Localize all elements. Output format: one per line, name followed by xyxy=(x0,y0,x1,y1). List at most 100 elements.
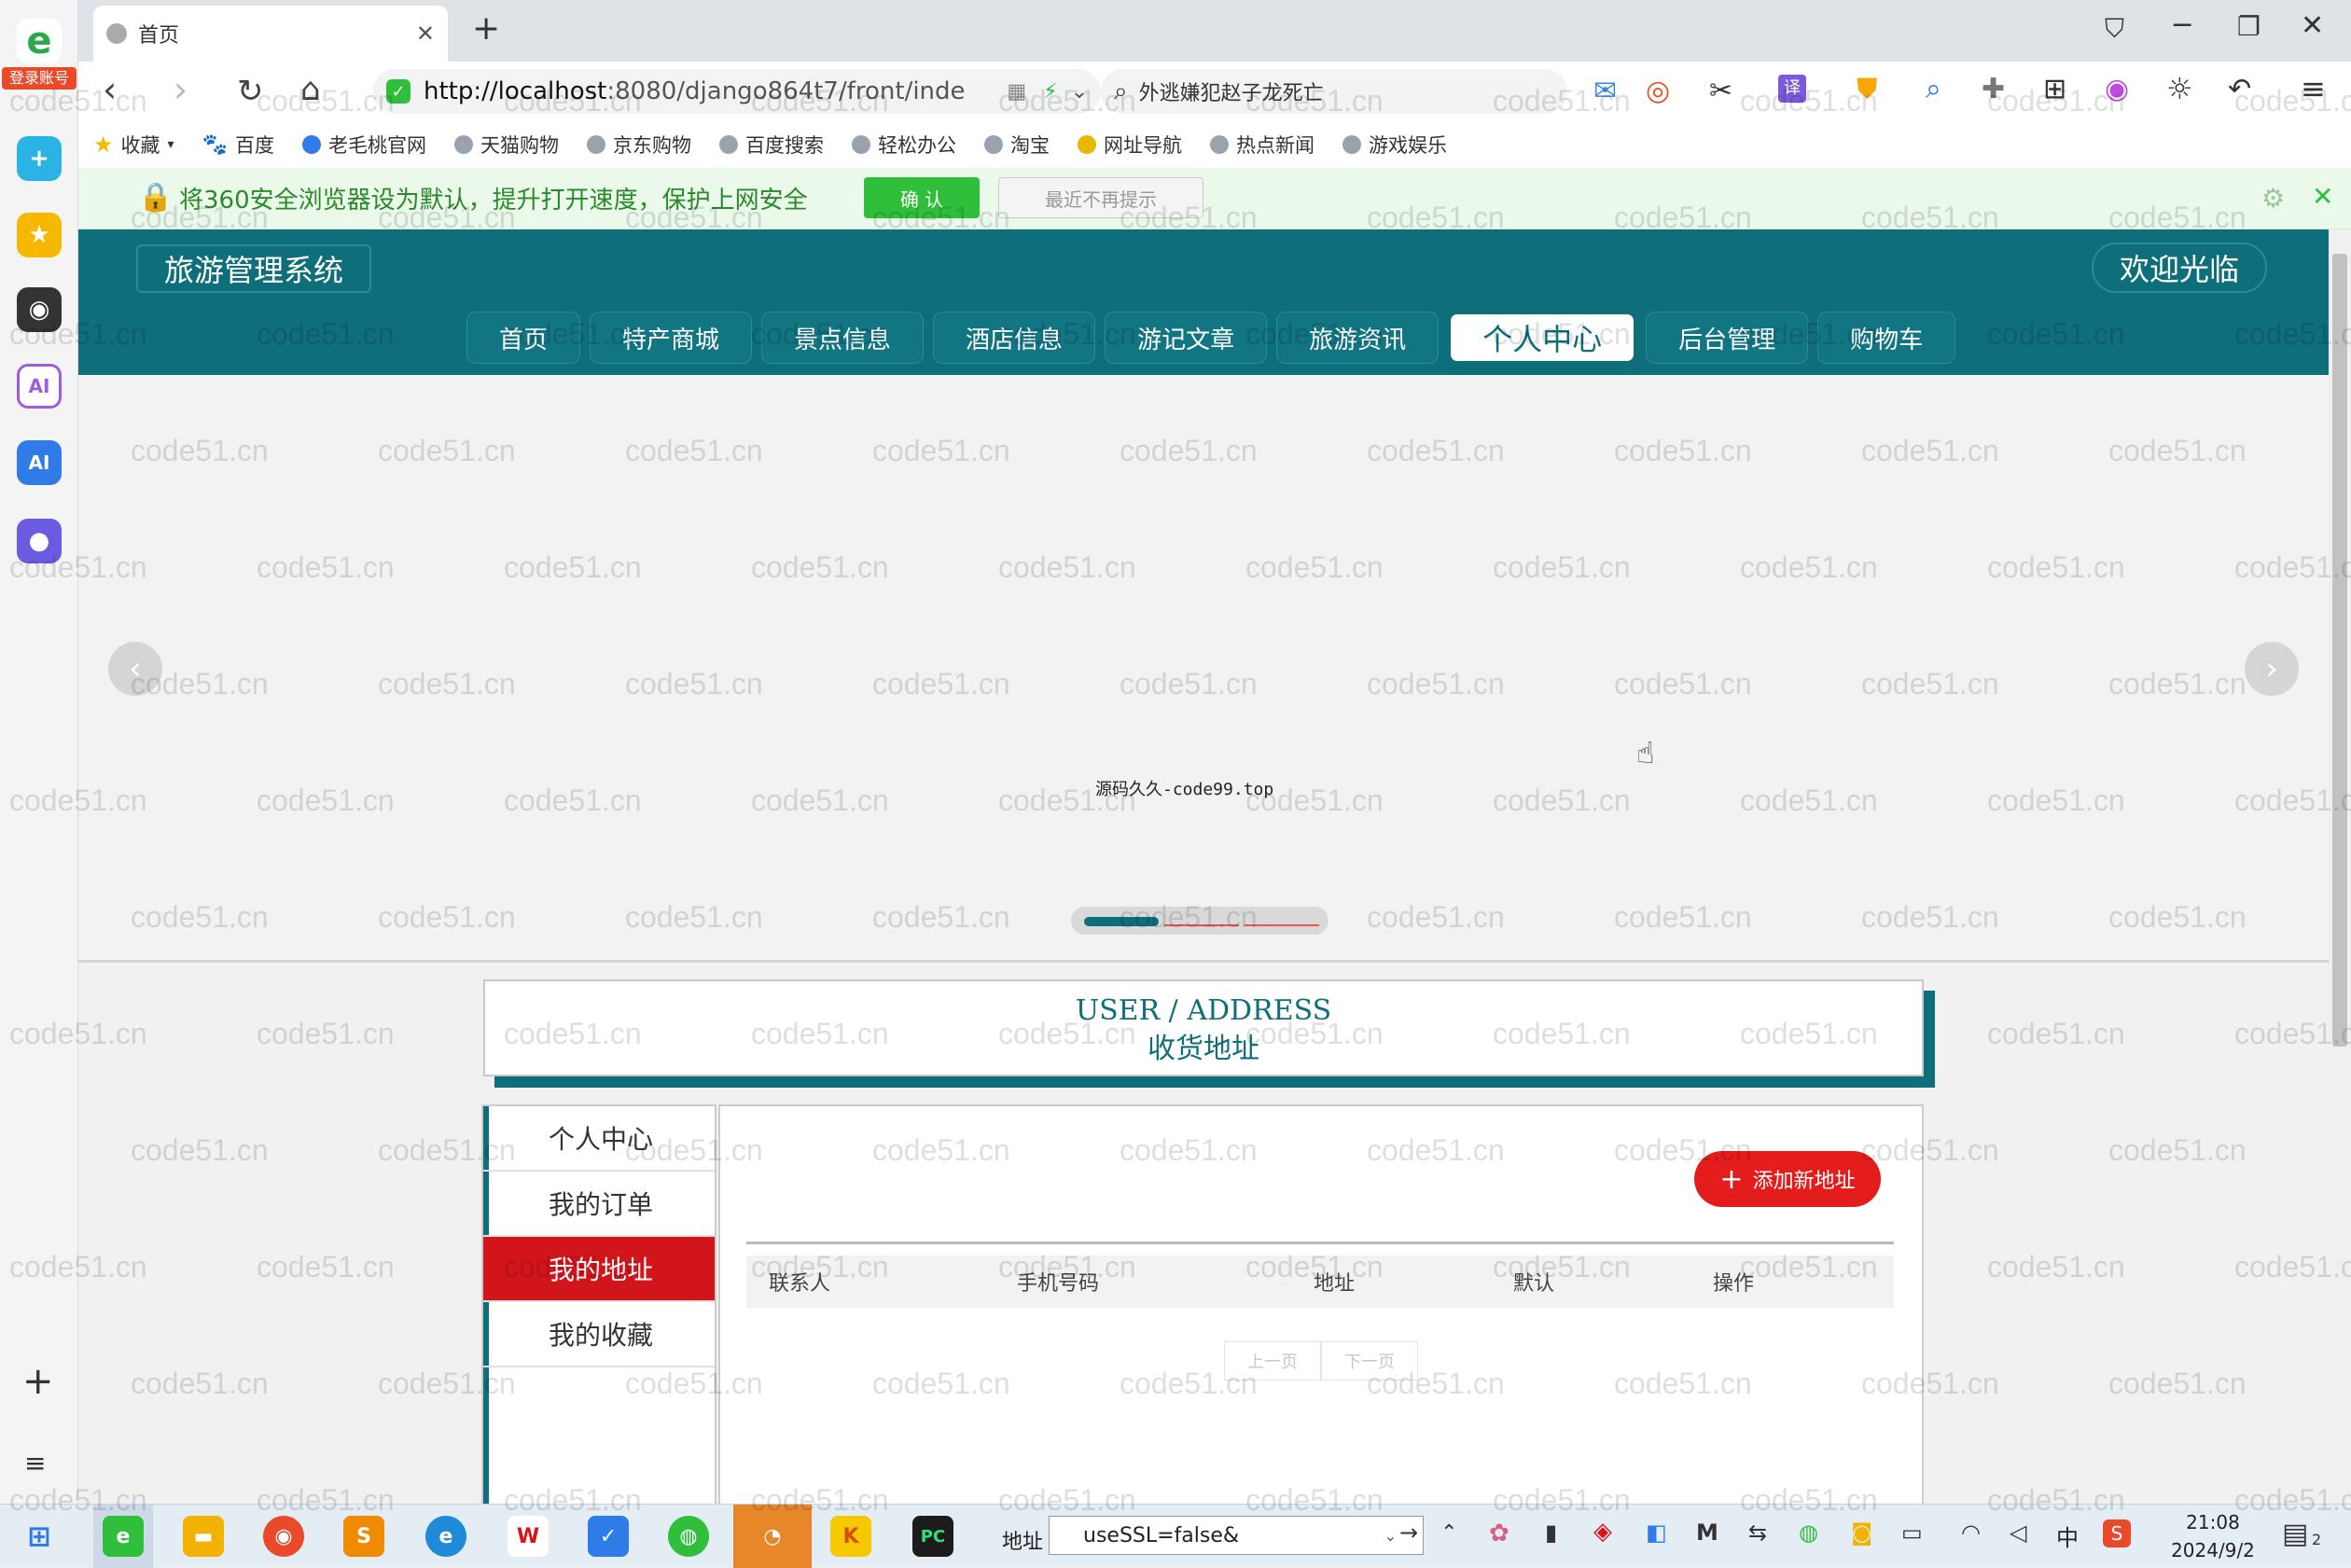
bookmark-item[interactable]: 热点新闻 xyxy=(1209,131,1315,159)
tray-app-icon[interactable]: ◧ xyxy=(1646,1519,1667,1546)
settings-icon[interactable]: ⚙ xyxy=(2261,183,2285,214)
bookmark-favorites[interactable]: ★ 收藏 ▾ xyxy=(93,131,174,159)
home-icon[interactable]: ⌂ xyxy=(300,71,321,108)
tray-settings-icon[interactable]: ⇆ xyxy=(1748,1519,1767,1546)
mail-icon[interactable]: ✉ xyxy=(1593,75,1617,107)
ai-toolbar-icon[interactable]: ◉ xyxy=(2105,73,2129,105)
nav-specialty-shop[interactable]: 特产商城 xyxy=(590,312,753,364)
wifi-icon[interactable]: ◠ xyxy=(1961,1519,1981,1546)
login-badge[interactable]: 登录账号 xyxy=(2,67,77,90)
sublime-icon[interactable]: S xyxy=(343,1516,384,1557)
magnifier-icon[interactable]: ⌕ xyxy=(1926,73,1941,105)
confirm-button[interactable]: 确 认 xyxy=(864,177,980,218)
chrome-icon[interactable]: ◉ xyxy=(263,1516,304,1557)
bookmark-item[interactable]: 轻松办公 xyxy=(851,131,956,159)
url-bar[interactable]: ✓ http://localhost :8080/django864t7/fro… xyxy=(373,69,1101,114)
browser-logo-icon[interactable]: e xyxy=(17,19,62,63)
sidebar-app-icon[interactable]: + xyxy=(17,136,62,181)
reload-icon[interactable]: ↻ xyxy=(237,73,264,110)
prev-page-button[interactable]: 上一页 xyxy=(1224,1341,1321,1381)
chevron-down-icon[interactable]: ⌄ xyxy=(1071,80,1088,104)
shirt-icon[interactable]: ⛉ xyxy=(2105,13,2124,45)
wechat-icon[interactable]: ◍ xyxy=(668,1516,709,1557)
app-orange-icon[interactable]: ◔ xyxy=(752,1516,793,1557)
bookmark-item[interactable]: 🐾 百度 xyxy=(202,131,274,159)
nav-home[interactable]: 首页 xyxy=(466,312,581,364)
back-icon[interactable]: ‹ xyxy=(103,69,117,110)
menu-personal-center[interactable]: 个人中心 xyxy=(483,1106,715,1172)
carousel-next-icon[interactable]: › xyxy=(2245,642,2299,696)
nav-cart[interactable]: 购物车 xyxy=(1817,312,1956,364)
add-address-button[interactable]: + 添加新地址 xyxy=(1694,1151,1881,1207)
forward-icon[interactable]: › xyxy=(174,69,188,110)
bookmark-item[interactable]: 百度搜索 xyxy=(718,131,824,159)
nav-hotels[interactable]: 酒店信息 xyxy=(933,312,1096,364)
app-yellow-icon[interactable]: K xyxy=(830,1516,871,1557)
nav-scenic-spots[interactable]: 景点信息 xyxy=(761,312,925,364)
translate-icon[interactable]: 译 xyxy=(1778,75,1806,103)
chat-bot-icon[interactable]: ● xyxy=(17,519,62,563)
start-icon[interactable]: ⊞ xyxy=(19,1516,60,1557)
close-notice-icon[interactable]: ✕ xyxy=(2312,181,2333,212)
carousel-prev-icon[interactable]: ‹ xyxy=(108,642,162,696)
new-tab-button[interactable]: + xyxy=(472,9,500,48)
menu-my-orders[interactable]: 我的订单 xyxy=(483,1172,715,1237)
grid-icon[interactable]: ⊞ xyxy=(2043,73,2066,105)
sogou-icon[interactable]: S xyxy=(2103,1519,2131,1547)
notification-center-icon[interactable]: ▤ xyxy=(2282,1518,2308,1550)
tray-wechat-icon[interactable]: ◍ xyxy=(1799,1519,1818,1546)
ai-icon[interactable]: AI xyxy=(17,364,62,409)
bookmark-item[interactable]: 老毛桃官网 xyxy=(301,131,426,159)
menu-my-address[interactable]: 我的地址 xyxy=(483,1237,715,1302)
pycharm-icon[interactable]: PC xyxy=(912,1516,953,1557)
ai-assistant-icon[interactable]: AI xyxy=(17,440,62,485)
carousel-dot[interactable] xyxy=(1245,917,1319,926)
browser-taskbar-icon[interactable]: e xyxy=(103,1516,144,1557)
app-icon[interactable]: ✓ xyxy=(588,1516,629,1557)
carousel-dot-active[interactable] xyxy=(1084,917,1159,926)
robot-icon[interactable]: ◉ xyxy=(17,287,62,332)
add-icon[interactable]: + xyxy=(22,1360,54,1403)
menu-icon[interactable]: ≡ xyxy=(2301,71,2326,106)
scrollbar-thumb[interactable] xyxy=(2332,254,2347,1047)
carousel-dot[interactable] xyxy=(1164,917,1239,926)
lightning-icon[interactable]: ⚡ xyxy=(1043,80,1057,104)
tray-expand-icon[interactable]: ⌃ xyxy=(1440,1521,1457,1545)
taskbar-address-input[interactable]: useSSL=false& ⌄ xyxy=(1049,1516,1424,1555)
close-window-icon[interactable]: ✕ xyxy=(2301,9,2324,42)
volume-icon[interactable]: ◁ xyxy=(2010,1519,2026,1546)
go-arrow-icon[interactable]: → xyxy=(1399,1519,1418,1546)
bookmark-item[interactable]: 淘宝 xyxy=(983,131,1050,159)
taskbar-clock[interactable]: 21:08 2024/9/2 xyxy=(2164,1508,2261,1564)
tray-mail-icon[interactable]: M xyxy=(1696,1519,1718,1546)
extension-icon[interactable]: ✚ xyxy=(1982,73,2005,105)
tray-flower-icon[interactable]: ✿ xyxy=(1489,1519,1509,1547)
nav-travel-notes[interactable]: 游记文章 xyxy=(1105,312,1268,364)
bookmark-item[interactable]: 游戏娱乐 xyxy=(1342,131,1447,159)
chevron-down-icon[interactable]: ⌄ xyxy=(1384,1527,1397,1545)
close-tab-icon[interactable]: ✕ xyxy=(416,21,435,47)
tray-usb-icon[interactable]: ▮ xyxy=(1545,1519,1557,1546)
tray-battery-icon[interactable]: ▭ xyxy=(1901,1519,1923,1546)
dismiss-button[interactable]: 最近不再提示 xyxy=(998,177,1203,218)
undo-icon[interactable]: ↶ xyxy=(2228,73,2251,105)
brightness-icon[interactable]: ☼ xyxy=(2166,71,2193,106)
star-icon[interactable]: ★ xyxy=(17,213,62,257)
shield-badge-icon[interactable]: ⛊ xyxy=(1857,73,1878,105)
tray-yellow-icon[interactable]: ◙ xyxy=(1851,1519,1872,1546)
weibo-icon[interactable]: ◎ xyxy=(1646,75,1670,107)
menu-my-favorites[interactable]: 我的收藏 xyxy=(483,1302,715,1367)
wps-icon[interactable]: W xyxy=(508,1516,549,1557)
browser-tab[interactable]: 首页 ✕ xyxy=(93,6,448,62)
tray-antivirus-icon[interactable]: ◈ xyxy=(1593,1518,1612,1546)
scissors-icon[interactable]: ✂ xyxy=(1709,75,1732,107)
bookmark-item[interactable]: 网址导航 xyxy=(1077,131,1182,159)
ime-indicator[interactable]: 中 xyxy=(2056,1519,2079,1552)
minimize-icon[interactable]: ─ xyxy=(2174,9,2191,42)
restore-icon[interactable]: ❐ xyxy=(2237,11,2261,42)
qr-icon[interactable]: ▦ xyxy=(1007,80,1026,104)
nav-admin[interactable]: 后台管理 xyxy=(1646,312,1809,364)
bookmark-item[interactable]: 京东购物 xyxy=(586,131,691,159)
search-bar[interactable]: ⌕ 外逃嫌犯赵子龙死亡 xyxy=(1101,69,1567,114)
edge-icon[interactable]: e xyxy=(425,1516,466,1557)
